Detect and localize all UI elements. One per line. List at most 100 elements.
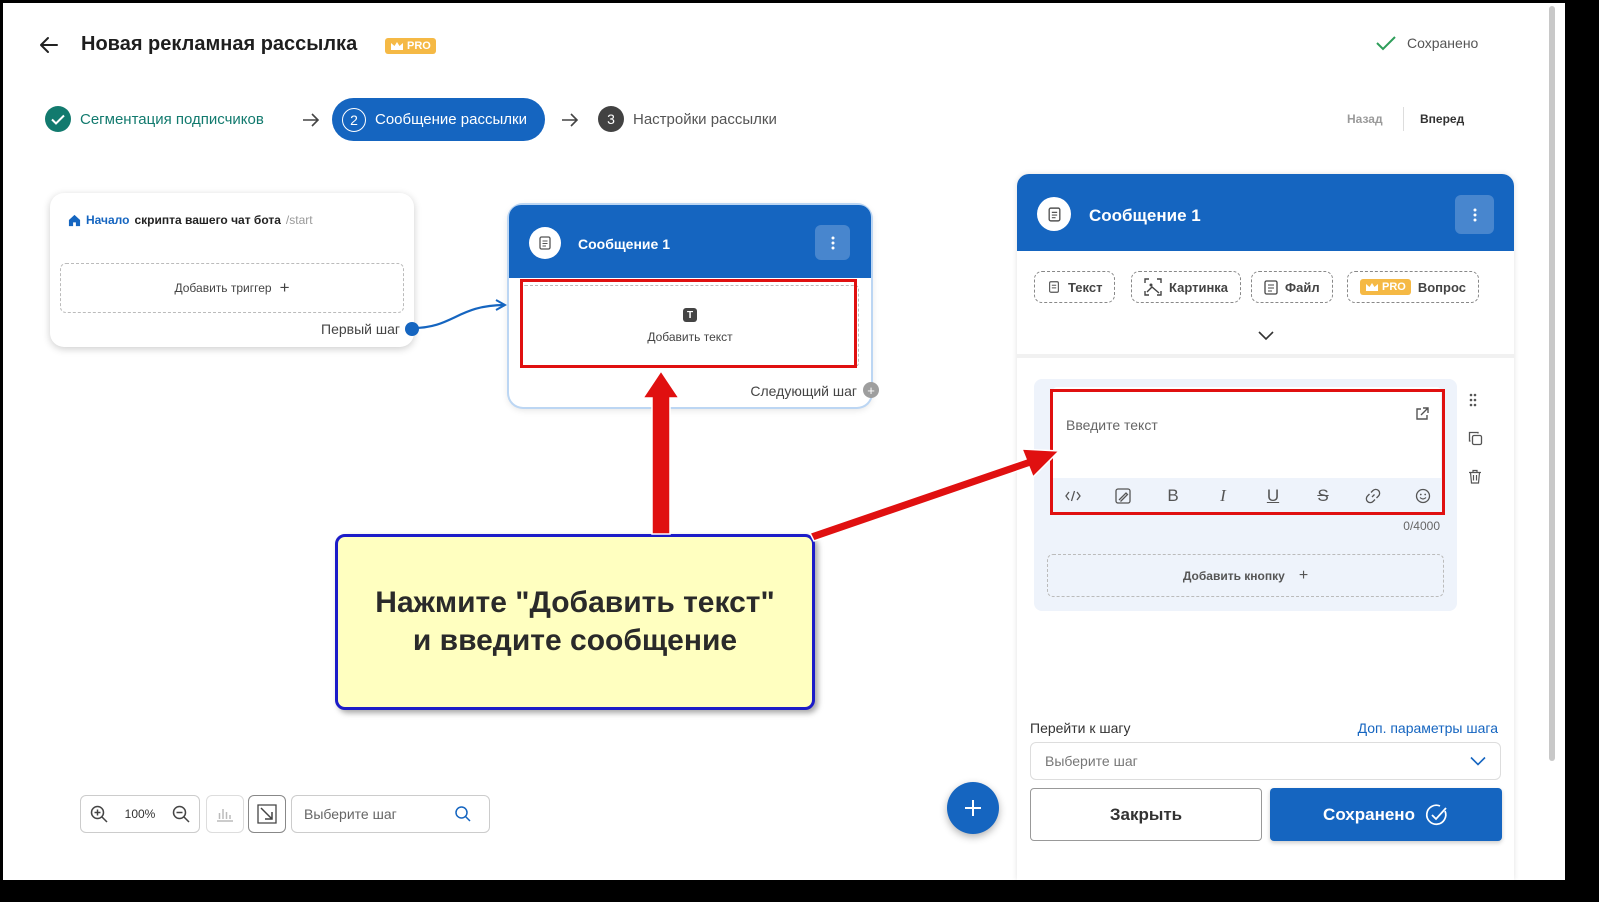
message-text-input[interactable]: [1066, 417, 1406, 433]
add-trigger-button[interactable]: Добавить триггер +: [60, 263, 404, 313]
step-number: 3: [598, 106, 624, 132]
drag-handle-icon[interactable]: [1468, 392, 1478, 408]
arrow-right-icon: [303, 113, 320, 127]
start-link[interactable]: Начало: [86, 213, 129, 227]
nav-divider: [1403, 107, 1404, 131]
message-block: B I U S 0/4000 Добавить кнопку +: [1034, 379, 1457, 611]
nav-next-button[interactable]: Вперед: [1420, 112, 1464, 126]
step-segmentation[interactable]: Сегментация подписчиков: [45, 106, 264, 132]
copy-icon[interactable]: [1468, 431, 1483, 446]
document-icon: [1049, 281, 1059, 293]
callout-line-2: и введите сообщение: [412, 624, 738, 657]
kebab-menu-icon[interactable]: [1455, 195, 1494, 234]
stats-button[interactable]: [206, 795, 244, 833]
pro-badge-label: PRO: [407, 40, 431, 52]
zoom-in-icon[interactable]: [89, 804, 109, 824]
chip-label: Вопрос: [1417, 279, 1466, 295]
message-doc-icon: [529, 227, 561, 259]
step-label: Сообщение рассылки: [375, 111, 527, 128]
chip-label: Текст: [1068, 279, 1103, 295]
chevron-down-icon[interactable]: [1257, 326, 1275, 344]
pro-badge: PRO: [1360, 279, 1411, 295]
step-message[interactable]: 2 Сообщение рассылки: [332, 98, 545, 141]
step-done-check-icon: [45, 106, 71, 132]
italic-icon[interactable]: I: [1213, 486, 1233, 506]
step-select-placeholder: Выберите шаг: [1045, 753, 1138, 769]
crown-icon: [391, 42, 403, 50]
instruction-callout: Нажмите "Добавить текст" и введите сообщ…: [335, 534, 815, 710]
step-label: Сегментация подписчиков: [80, 110, 264, 128]
char-counter: 0/4000: [1403, 519, 1440, 533]
chip-question[interactable]: PRO Вопрос: [1347, 271, 1479, 303]
emoji-icon[interactable]: [1413, 486, 1433, 506]
scrollbar[interactable]: [1549, 6, 1555, 761]
saved-status: Сохранено: [1375, 35, 1478, 51]
fit-view-button[interactable]: [248, 795, 286, 833]
chip-text[interactable]: Текст: [1034, 271, 1116, 303]
panel-header: Сообщение 1: [1017, 174, 1514, 251]
message-doc-icon: [1037, 197, 1071, 231]
crown-icon: [1366, 283, 1378, 291]
step-settings[interactable]: 3 Настройки рассылки: [598, 106, 777, 132]
format-toolbar: B I U S: [1053, 478, 1441, 514]
message-node-title: Сообщение 1: [578, 236, 670, 252]
message-node[interactable]: Сообщение 1 T Добавить текст Следующий ш…: [509, 205, 879, 407]
magic-edit-icon[interactable]: [1113, 486, 1133, 506]
code-icon[interactable]: [1063, 486, 1083, 506]
check-icon: [1376, 36, 1396, 51]
external-link-icon[interactable]: [1415, 407, 1429, 421]
close-button[interactable]: Закрыть: [1030, 788, 1262, 841]
app-window: Новая рекламная рассылка PRO Сохранено С…: [3, 3, 1565, 880]
start-node-text: скрипта вашего чат бота: [134, 213, 281, 227]
search-icon[interactable]: [454, 805, 472, 823]
add-trigger-label: Добавить триггер: [174, 281, 272, 295]
start-node-heading: Начало скрипта вашего чат бота /start: [68, 213, 313, 227]
plus-icon: +: [279, 278, 290, 297]
first-step-label: Первый шаг: [321, 321, 400, 337]
message-settings-panel: Сообщение 1 Текст Картинка Файл PRO Вопр…: [1017, 174, 1514, 880]
kebab-menu-icon[interactable]: [815, 225, 850, 260]
home-icon: [68, 214, 81, 226]
plus-icon: +: [1298, 566, 1309, 584]
message-node-header: Сообщение 1: [509, 205, 871, 278]
callout-line-1: Нажмите "Добавить текст": [375, 586, 775, 619]
fit-view-icon: [257, 804, 277, 824]
panel-divider: [1017, 354, 1514, 358]
plus-icon: [965, 800, 981, 816]
link-icon[interactable]: [1363, 486, 1383, 506]
pro-badge: PRO: [385, 38, 436, 54]
advanced-params-link[interactable]: Доп. параметры шага: [1358, 720, 1498, 736]
add-next-step-icon[interactable]: +: [863, 382, 879, 398]
save-button-label: Сохранено: [1323, 804, 1415, 824]
arrow-right-icon: [562, 113, 579, 127]
saved-status-label: Сохранено: [1407, 35, 1479, 51]
step-search-input[interactable]: [304, 806, 454, 822]
chip-image[interactable]: Картинка: [1131, 271, 1242, 303]
zoom-out-icon[interactable]: [171, 804, 191, 824]
pro-badge-label: PRO: [1382, 281, 1406, 293]
add-button-label: Добавить кнопку: [1182, 568, 1285, 583]
start-node[interactable]: Начало скрипта вашего чат бота /start До…: [50, 193, 414, 347]
underline-icon[interactable]: U: [1263, 486, 1283, 506]
add-button-button[interactable]: Добавить кнопку +: [1047, 554, 1444, 597]
chip-file[interactable]: Файл: [1251, 271, 1333, 303]
bold-icon[interactable]: B: [1163, 486, 1183, 506]
add-step-fab[interactable]: [947, 782, 999, 834]
text-icon: T: [683, 308, 697, 322]
back-arrow-icon[interactable]: [37, 33, 61, 57]
chevron-down-icon: [1470, 756, 1486, 766]
add-text-button[interactable]: T Добавить текст: [521, 285, 859, 367]
step-label: Настройки рассылки: [633, 110, 777, 128]
trash-icon[interactable]: [1468, 469, 1482, 484]
zoom-level: 100%: [124, 807, 156, 821]
save-button[interactable]: Сохранено: [1270, 788, 1502, 841]
step-select[interactable]: Выберите шаг: [1030, 742, 1501, 780]
text-editor: B I U S: [1053, 387, 1441, 514]
start-command: /start: [285, 213, 313, 227]
add-text-label: Добавить текст: [647, 330, 733, 344]
nav-back-button[interactable]: Назад: [1347, 112, 1383, 126]
panel-title: Сообщение 1: [1089, 206, 1201, 225]
connector-dot[interactable]: [405, 322, 419, 336]
next-step-label: Следующий шаг: [750, 383, 857, 399]
strikethrough-icon[interactable]: S: [1313, 486, 1333, 506]
